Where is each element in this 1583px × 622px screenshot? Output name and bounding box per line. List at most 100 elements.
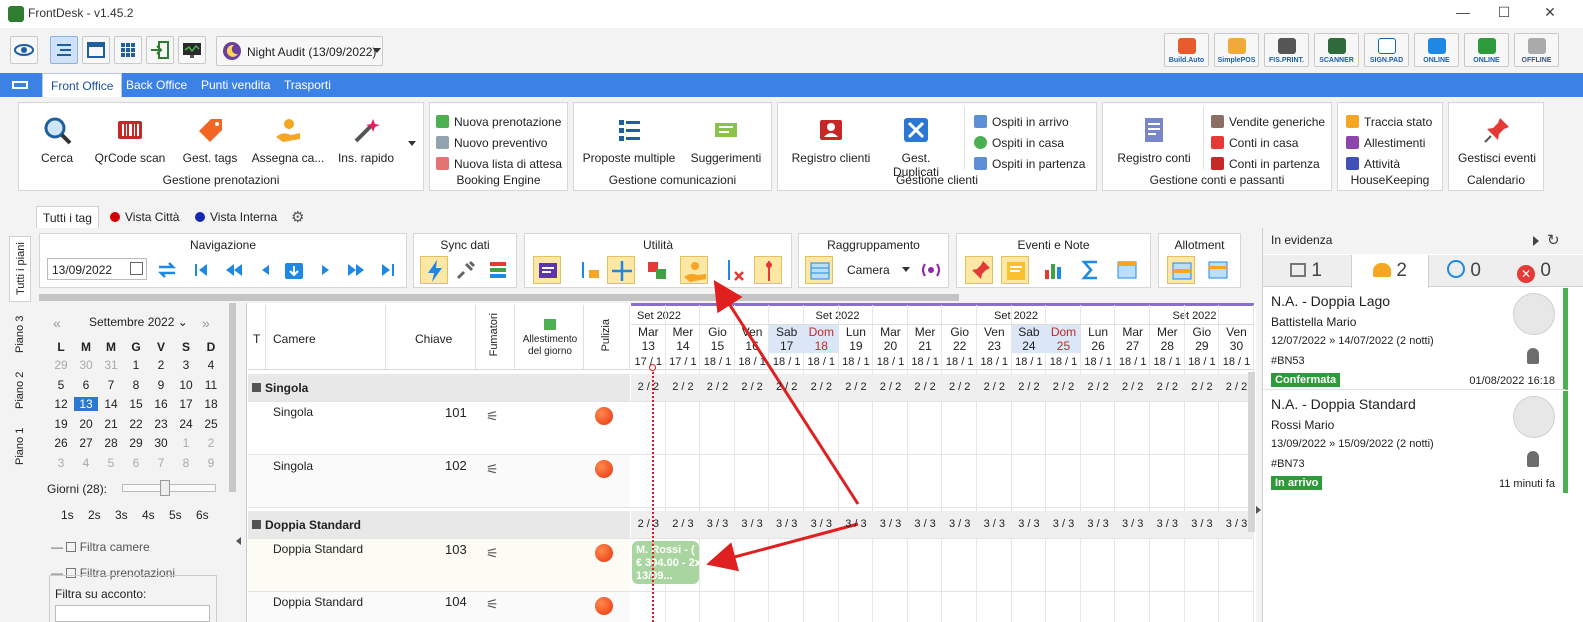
calendar-day[interactable]: 27 <box>74 436 98 450</box>
today-icon[interactable] <box>280 256 308 284</box>
maximize-icon[interactable]: ☐ <box>1494 4 1514 24</box>
group-row-doppia-standard[interactable]: Doppia Standard <box>248 511 630 539</box>
calendar-day[interactable]: 9 <box>149 378 173 392</box>
date-header[interactable]: Ven 16 <box>735 325 770 353</box>
date-header[interactable]: Mer 21 <box>908 325 943 353</box>
date-header[interactable]: Sab 17 <box>769 325 804 353</box>
monitor-icon[interactable] <box>178 36 206 64</box>
window-view-icon[interactable] <box>82 36 110 64</box>
days-slider-thumb[interactable] <box>160 480 170 496</box>
preset-6s[interactable]: 6s <box>196 508 209 522</box>
rewind-fast-icon[interactable] <box>220 256 248 284</box>
traccia-stato-button[interactable]: Traccia stato <box>1346 113 1432 131</box>
next-icon[interactable] <box>312 256 340 284</box>
sum-icon[interactable] <box>1077 256 1105 284</box>
qrcode-scan-button[interactable]: QrCode scan <box>93 115 167 165</box>
plug-icon[interactable] <box>452 256 480 284</box>
refresh-icon[interactable] <box>153 256 181 284</box>
calendar-day[interactable]: 14 <box>99 397 123 411</box>
date-field[interactable]: 13/09/2022 <box>47 258 147 280</box>
menu-front-office[interactable]: Front Office <box>42 73 123 97</box>
group-row-singola[interactable]: Singola <box>248 374 630 402</box>
calendar-day[interactable]: 7 <box>149 456 173 470</box>
calendar-day[interactable]: 17 <box>174 397 198 411</box>
lightning-icon[interactable] <box>420 256 448 284</box>
date-header[interactable]: Mer 28 <box>1150 325 1185 353</box>
left-panel-scrollbar[interactable] <box>229 303 236 492</box>
next-month-icon[interactable]: » <box>202 315 210 331</box>
calendar-day[interactable]: 4 <box>199 358 223 372</box>
calendar-day[interactable]: 8 <box>124 378 148 392</box>
gest-duplicati-button[interactable]: Gest. Duplicati <box>878 115 954 179</box>
gestisci-eventi-button[interactable]: Gestisci eventi <box>1451 115 1543 165</box>
tab-clock[interactable]: 0 <box>1429 255 1499 287</box>
sticky-note-icon[interactable] <box>1001 256 1029 284</box>
night-audit-button[interactable]: Night Audit (13/09/2022) <box>216 36 383 66</box>
calendar-day[interactable]: 25 <box>199 417 223 431</box>
acconto-input[interactable] <box>55 605 210 622</box>
allestimenti-button[interactable]: Allestimenti <box>1346 134 1425 152</box>
collapse-left-icon[interactable] <box>236 537 241 545</box>
sign-pad-button[interactable]: SIGN.PAD <box>1364 33 1409 67</box>
grid-vertical-scrollbar[interactable] <box>1248 372 1255 532</box>
date-header[interactable]: Sab 24 <box>1011 325 1047 353</box>
calendar-day[interactable]: 5 <box>49 378 73 392</box>
cleaning-status-icon[interactable] <box>595 460 613 478</box>
cleaning-status-icon[interactable] <box>595 544 613 562</box>
chat-online-button[interactable]: ONLINE <box>1464 33 1509 67</box>
last-icon[interactable] <box>374 256 402 284</box>
build-auto-button[interactable]: Build.Auto <box>1164 33 1209 67</box>
room-row[interactable]: Doppia Standard 104 ⚟ <box>248 592 630 622</box>
first-icon[interactable] <box>187 256 215 284</box>
scanner-button[interactable]: SCANNER <box>1314 33 1359 67</box>
calendar-day[interactable]: 10 <box>174 378 198 392</box>
planning-view-icon[interactable] <box>50 36 78 64</box>
tab-calendar[interactable]: 1 <box>1263 255 1349 287</box>
attivita-button[interactable]: Attività <box>1346 155 1400 173</box>
ribbon-expand-chevron-icon[interactable] <box>408 141 416 146</box>
eye-icon[interactable] <box>10 36 38 64</box>
calendar-day[interactable]: 28 <box>99 436 123 450</box>
calendar-day[interactable]: 19 <box>49 417 73 431</box>
cancel-marker-icon[interactable] <box>721 256 749 284</box>
calendar-day[interactable]: 12 <box>49 397 73 411</box>
ospiti-arrivo-button[interactable]: Ospiti in arrivo <box>974 113 1069 131</box>
gest-tags-button[interactable]: Gest. tags <box>177 115 243 165</box>
calendar-day[interactable]: 13 <box>74 397 98 412</box>
preset-2s[interactable]: 2s <box>88 508 101 522</box>
date-header[interactable]: Mer 14 <box>666 325 701 353</box>
calendar-day[interactable]: 2 <box>149 358 173 372</box>
highlight-card[interactable]: N.A. - Doppia Lago Battistella Mario 12/… <box>1263 288 1568 390</box>
ospiti-partenza-button[interactable]: Ospiti in partenza <box>974 155 1085 173</box>
previous-icon[interactable] <box>251 256 279 284</box>
conti-partenza-button[interactable]: Conti in partenza <box>1211 155 1320 173</box>
table-icon[interactable] <box>1113 256 1141 284</box>
calendar-day[interactable]: 6 <box>74 378 98 392</box>
date-header[interactable]: Gio 22 <box>942 325 977 353</box>
tab-vista-citta[interactable]: Vista Città <box>104 206 185 228</box>
calendar-day[interactable]: 26 <box>49 436 73 450</box>
expand-right-icon[interactable] <box>1533 236 1539 246</box>
allotment-icon[interactable] <box>1167 256 1195 284</box>
stack-icon[interactable] <box>484 256 512 284</box>
close-icon[interactable]: ✕ <box>1540 4 1560 24</box>
phone-online-button[interactable]: ONLINE <box>1414 33 1459 67</box>
nuova-lista-attesa-button[interactable]: Nuova lista di attesa <box>436 155 562 173</box>
room-row[interactable]: Singola 102 ⚟ <box>248 455 630 507</box>
nuova-prenotazione-button[interactable]: Nuova prenotazione <box>436 113 561 131</box>
minimize-icon[interactable]: — <box>1453 4 1473 24</box>
date-header[interactable]: Dom 18 <box>804 325 839 353</box>
registro-conti-button[interactable]: Registro conti <box>1107 115 1201 165</box>
calendar-day[interactable]: 2 <box>199 436 223 450</box>
allotment-alt-icon[interactable] <box>1204 256 1232 284</box>
marker-pin-icon[interactable] <box>754 256 782 284</box>
date-header[interactable]: Mar 13 <box>631 325 666 353</box>
date-header[interactable]: Ven 23 <box>977 325 1012 353</box>
date-header[interactable]: Lun 19 <box>839 325 874 353</box>
broadcast-icon[interactable] <box>917 256 945 284</box>
cleaning-status-icon[interactable] <box>595 597 613 615</box>
calendar-day[interactable]: 29 <box>124 436 148 450</box>
date-header[interactable]: Gio 29 <box>1185 325 1220 353</box>
grid-view-icon[interactable] <box>114 36 142 64</box>
calendar-day[interactable]: 21 <box>99 417 123 431</box>
